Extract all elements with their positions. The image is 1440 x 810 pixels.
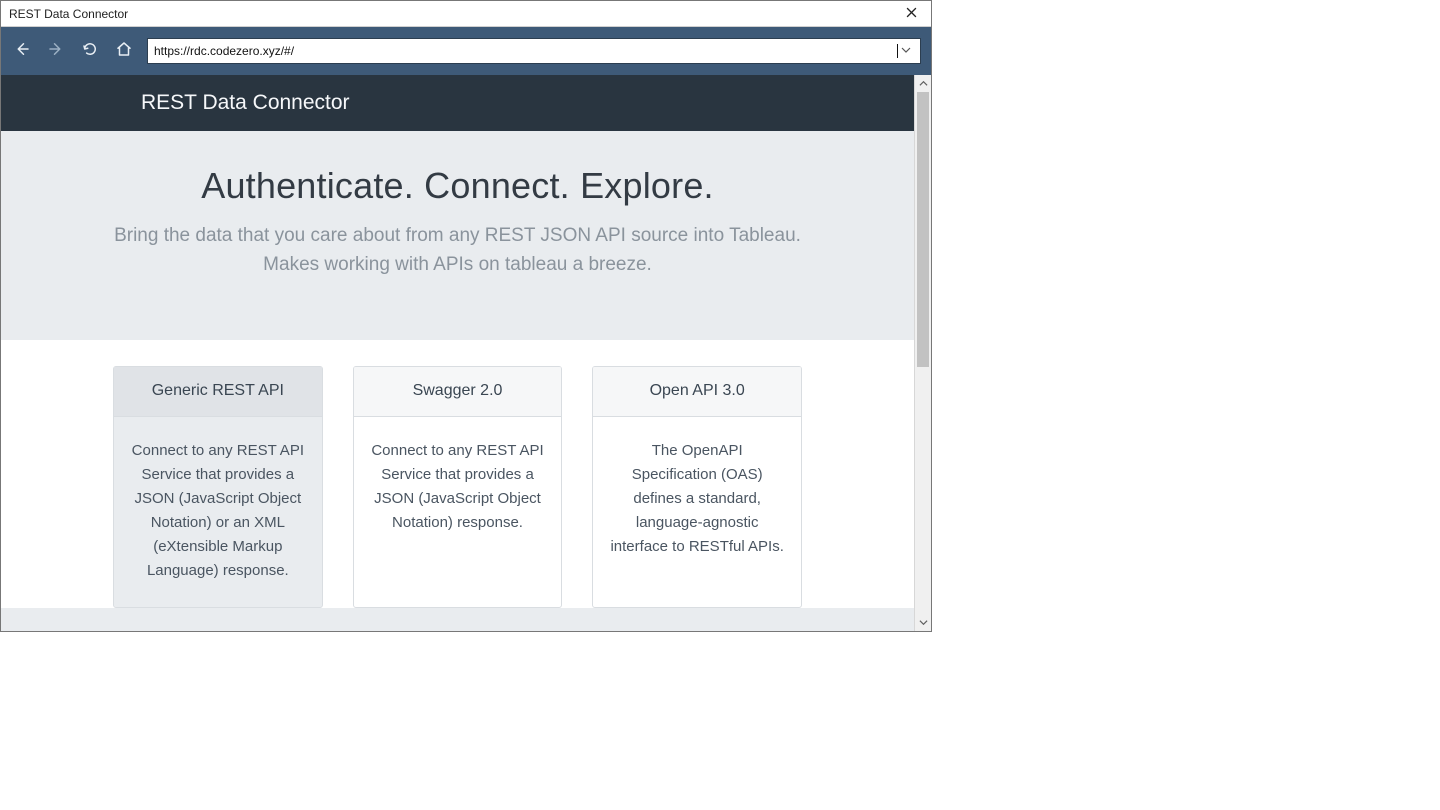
url-bar[interactable] bbox=[147, 38, 921, 64]
card-title: Swagger 2.0 bbox=[354, 367, 562, 417]
card-body: Connect to any REST API Service that pro… bbox=[354, 417, 562, 559]
card-openapi[interactable]: Open API 3.0 The OpenAPI Specification (… bbox=[592, 366, 802, 608]
scroll-up-button[interactable] bbox=[915, 75, 931, 92]
hero-subtitle: Bring the data that you care about from … bbox=[41, 221, 874, 280]
window-titlebar: REST Data Connector bbox=[1, 1, 931, 27]
hero-section: Authenticate. Connect. Explore. Bring th… bbox=[1, 131, 914, 340]
hero-line1: Bring the data that you care about from … bbox=[114, 225, 801, 246]
hero-line2: Makes working with APIs on tableau a bre… bbox=[263, 254, 652, 275]
card-generic-rest[interactable]: Generic REST API Connect to any REST API… bbox=[113, 366, 323, 608]
home-icon bbox=[115, 40, 133, 63]
vertical-scrollbar[interactable] bbox=[914, 75, 931, 631]
arrow-right-icon bbox=[47, 40, 65, 63]
card-body: The OpenAPI Specification (OAS) defines … bbox=[593, 417, 801, 583]
scroll-thumb[interactable] bbox=[917, 92, 929, 367]
url-input[interactable] bbox=[154, 44, 897, 58]
arrow-left-icon bbox=[13, 40, 31, 63]
card-swagger[interactable]: Swagger 2.0 Connect to any REST API Serv… bbox=[353, 366, 563, 608]
app-header: REST Data Connector bbox=[1, 75, 914, 131]
page-content: REST Data Connector Authenticate. Connec… bbox=[1, 75, 914, 631]
browser-navbar bbox=[1, 27, 931, 75]
window-title: REST Data Connector bbox=[9, 7, 897, 21]
chevron-up-icon bbox=[919, 75, 928, 93]
reload-icon bbox=[81, 40, 99, 63]
nav-back-button[interactable] bbox=[11, 40, 33, 62]
card-title: Open API 3.0 bbox=[593, 367, 801, 417]
nav-forward-button[interactable] bbox=[45, 40, 67, 62]
window-close-button[interactable] bbox=[897, 4, 925, 24]
close-icon bbox=[906, 7, 917, 21]
chevron-down-icon bbox=[901, 42, 911, 60]
viewport: REST Data Connector Authenticate. Connec… bbox=[1, 75, 931, 631]
scroll-down-button[interactable] bbox=[915, 614, 931, 631]
card-body: Connect to any REST API Service that pro… bbox=[114, 417, 322, 607]
nav-home-button[interactable] bbox=[113, 40, 135, 62]
card-row: Generic REST API Connect to any REST API… bbox=[1, 340, 914, 608]
app-brand: REST Data Connector bbox=[141, 91, 350, 115]
chevron-down-icon bbox=[919, 614, 928, 632]
nav-reload-button[interactable] bbox=[79, 40, 101, 62]
card-title: Generic REST API bbox=[114, 367, 322, 417]
hero-title: Authenticate. Connect. Explore. bbox=[41, 165, 874, 207]
url-dropdown-button[interactable] bbox=[898, 39, 914, 63]
app-window: REST Data Connector bbox=[0, 0, 932, 632]
